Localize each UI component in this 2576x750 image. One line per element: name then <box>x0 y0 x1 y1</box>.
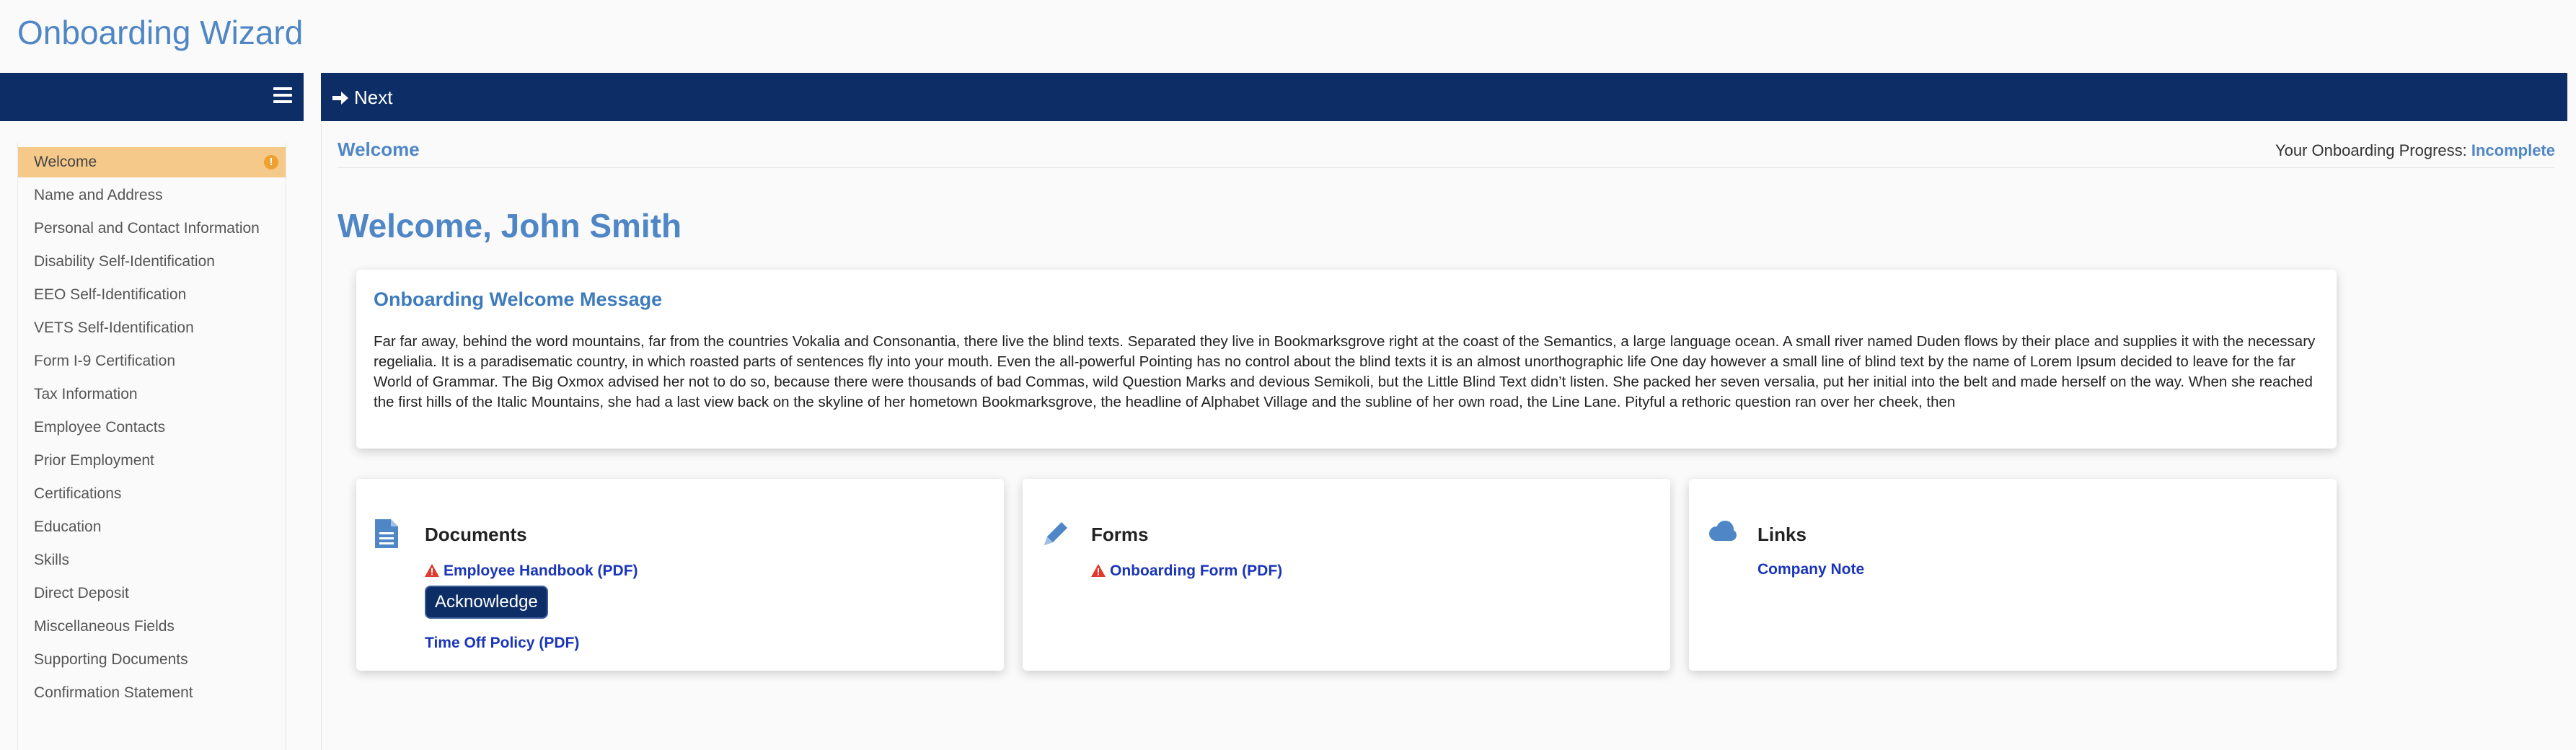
sidebar-item-prior-employment[interactable]: Prior Employment <box>18 446 286 476</box>
sidebar-item-label: Education <box>34 519 102 535</box>
sidebar-item-employee-contacts[interactable]: Employee Contacts <box>18 412 286 443</box>
sidebar-nav: Welcome! Name and Address Personal and Con… <box>18 143 286 708</box>
forms-title: Forms <box>1091 524 1149 545</box>
cloud-icon <box>1706 518 1737 550</box>
sidebar-item-label: Disability Self-Identification <box>34 253 215 270</box>
sidebar-item-label: Confirmation Statement <box>34 684 193 701</box>
main-content: Welcome Your Onboarding Progress: Incomp… <box>321 121 2568 750</box>
sidebar-item-label: Personal and Contact Information <box>34 220 260 237</box>
welcome-message-title: Onboarding Welcome Message <box>374 288 663 310</box>
sidebar-item-label: Miscellaneous Fields <box>34 618 175 635</box>
breadcrumb: Welcome <box>338 138 420 160</box>
welcome-message-card: Onboarding Welcome Message Far far away,… <box>356 270 2337 449</box>
sidebar-item-personal-and-contact-information[interactable]: Personal and Contact Information <box>18 213 286 244</box>
sidebar-item-tax-information[interactable]: Tax Information <box>18 379 286 410</box>
sidebar-item-label: Form I-9 Certification <box>34 353 176 369</box>
sidebar-item-certifications[interactable]: Certifications <box>18 479 286 509</box>
arrow-right-icon <box>332 83 348 112</box>
acknowledge-button[interactable]: Acknowledge <box>425 586 548 619</box>
sidebar-item-label: EEO Self-Identification <box>34 286 187 303</box>
sidebar-item-vets-self-identification[interactable]: VETS Self-Identification <box>18 313 286 343</box>
onboarding-progress: Your Onboarding Progress: Incomplete <box>2275 141 2555 160</box>
sidebar-item-name-and-address[interactable]: Name and Address <box>18 180 286 211</box>
company-note-link[interactable]: Company Note <box>1757 561 1864 578</box>
progress-status[interactable]: Incomplete <box>2471 141 2555 159</box>
sidebar-item-confirmation-statement[interactable]: Confirmation Statement <box>18 678 286 708</box>
sidebar-item-welcome[interactable]: Welcome! <box>18 147 286 177</box>
employee-handbook-label: Employee Handbook (PDF) <box>444 562 638 579</box>
sidebar-item-skills[interactable]: Skills <box>18 545 286 575</box>
hamburger-icon[interactable] <box>273 87 292 103</box>
sidebar-item-form-i-9-certification[interactable]: Form I-9 Certification <box>18 346 286 376</box>
onboarding-form-label: Onboarding Form (PDF) <box>1110 562 1283 579</box>
sidebar-item-miscellaneous-fields[interactable]: Miscellaneous Fields <box>18 612 286 642</box>
app-title: Onboarding Wizard <box>17 14 304 51</box>
next-button[interactable]: Next <box>332 83 392 112</box>
sidebar-item-label: Direct Deposit <box>34 585 129 601</box>
onboarding-form-link[interactable]: Onboarding Form (PDF) <box>1091 562 1282 581</box>
sidebar-item-label: Tax Information <box>34 386 138 402</box>
sidebar-item-label: Welcome <box>34 154 97 170</box>
progress-label: Your Onboarding Progress: <box>2275 141 2471 159</box>
sidebar-item-label: Skills <box>34 552 70 568</box>
documents-panel: Documents Employee Handbook (PDF) Acknow… <box>356 479 1004 671</box>
page-title: Welcome, John Smith <box>338 207 682 244</box>
warning-icon <box>425 564 439 581</box>
time-off-policy-link[interactable]: Time Off Policy (PDF) <box>425 635 579 652</box>
sidebar-item-label: Supporting Documents <box>34 651 188 668</box>
sidebar-item-direct-deposit[interactable]: Direct Deposit <box>18 578 286 609</box>
sidebar-item-label: Prior Employment <box>34 452 154 469</box>
sidebar-item-education[interactable]: Education <box>18 512 286 542</box>
pencil-icon <box>1040 518 1069 550</box>
document-icon <box>374 518 402 550</box>
employee-handbook-link[interactable]: Employee Handbook (PDF) <box>425 562 638 581</box>
warning-badge-icon: ! <box>264 155 278 169</box>
welcome-message-body: Far far away, behind the word mountains,… <box>374 333 2316 410</box>
sidebar-item-supporting-documents[interactable]: Supporting Documents <box>18 645 286 675</box>
sidebar-item-label: Employee Contacts <box>34 419 166 436</box>
sidebar-item-eeo-self-identification[interactable]: EEO Self-Identification <box>18 280 286 310</box>
sidebar-header-bar <box>0 73 304 121</box>
next-button-label: Next <box>354 87 393 108</box>
main-toolbar: Next <box>321 73 2567 121</box>
links-title: Links <box>1757 524 1807 545</box>
links-panel: Links Company Note <box>1689 479 2337 671</box>
forms-panel: Forms Onboarding Form (PDF) <box>1023 479 1670 671</box>
sidebar-item-label: VETS Self-Identification <box>34 319 194 336</box>
sidebar-item-label: Name and Address <box>34 187 163 203</box>
sidebar-item-disability-self-identification[interactable]: Disability Self-Identification <box>18 247 286 277</box>
sidebar: Welcome! Name and Address Personal and Con… <box>17 143 286 750</box>
documents-title: Documents <box>425 524 527 545</box>
warning-icon <box>1091 564 1106 581</box>
sidebar-item-label: Certifications <box>34 485 122 502</box>
breadcrumb-row: Welcome Your Onboarding Progress: Incomp… <box>338 138 2555 168</box>
